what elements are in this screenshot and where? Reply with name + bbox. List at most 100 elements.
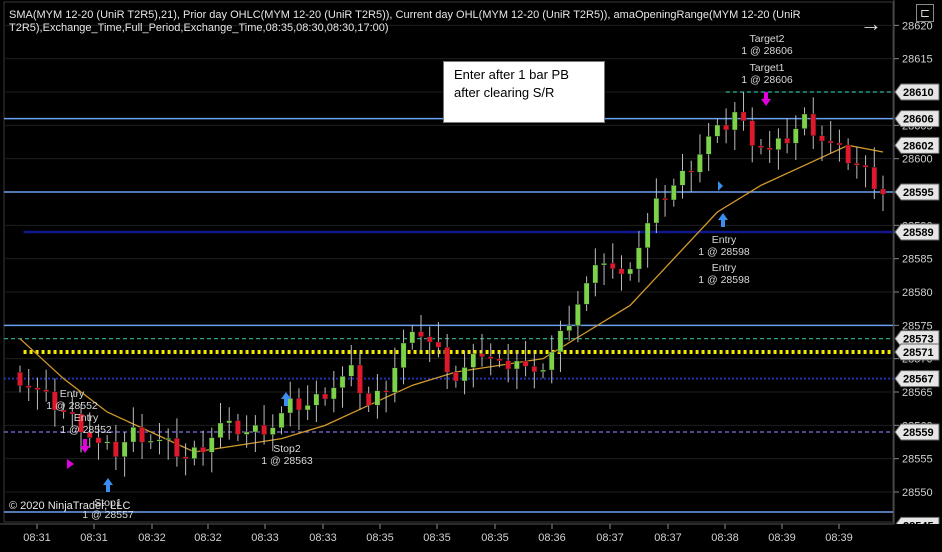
price-tick-label: 28580 xyxy=(902,287,933,299)
candle xyxy=(627,262,634,281)
candle xyxy=(784,118,790,154)
candle-body xyxy=(714,124,721,137)
candle-body xyxy=(43,389,49,392)
time-tick-label: 08:37 xyxy=(654,532,682,544)
price-flag-label: 28571 xyxy=(903,347,934,359)
entry-arrow-icon xyxy=(103,478,113,492)
candle xyxy=(357,351,363,410)
candle xyxy=(191,440,198,466)
candle-body xyxy=(566,325,572,331)
candle-body xyxy=(200,447,206,453)
candle xyxy=(374,374,381,419)
candle xyxy=(732,102,738,150)
price-flag-label: 28589 xyxy=(903,227,934,239)
candle-body xyxy=(557,330,564,353)
price-flag-label: 28559 xyxy=(903,427,934,439)
candle xyxy=(705,123,712,171)
candle-body xyxy=(636,247,642,270)
candle xyxy=(43,369,49,402)
window-toggle-icon[interactable]: ⊏ xyxy=(916,4,934,22)
candle-body xyxy=(444,347,450,373)
price-axis-bg xyxy=(894,0,942,552)
execution-label: Entry xyxy=(712,234,737,246)
candle-body xyxy=(775,138,782,150)
candle xyxy=(487,343,494,376)
candle-body xyxy=(191,447,198,459)
candle xyxy=(801,107,808,136)
chart-window: 2855028555285602856528570285752858028585… xyxy=(0,0,942,552)
execution-label-detail: 1 @ 28563 xyxy=(261,455,313,467)
execution-label: Target1 xyxy=(749,62,784,74)
candle-body xyxy=(374,390,381,406)
candle-body xyxy=(845,144,851,164)
price-flag-label: 28595 xyxy=(903,187,934,199)
candle-body xyxy=(278,412,285,428)
candle xyxy=(418,315,424,350)
time-tick-label: 08:33 xyxy=(309,532,337,544)
price-tick-label: 28600 xyxy=(902,154,933,166)
candle-body xyxy=(322,393,328,400)
candle xyxy=(453,365,459,388)
candle-body xyxy=(732,111,738,131)
execution-label: Stop2 xyxy=(273,443,301,455)
candle-body xyxy=(618,268,625,275)
candle-body xyxy=(34,387,41,390)
candle xyxy=(339,366,346,408)
price-tick-label: 28565 xyxy=(902,387,933,399)
candle xyxy=(426,326,433,362)
candle-body xyxy=(426,336,433,343)
candle-body xyxy=(575,304,581,326)
candle xyxy=(261,405,267,445)
candle-body xyxy=(836,142,843,146)
candle xyxy=(836,129,843,162)
candle xyxy=(723,108,729,144)
candle xyxy=(34,377,41,410)
candle-body xyxy=(348,364,355,377)
candle xyxy=(208,427,215,473)
candle-body xyxy=(17,372,23,386)
candle-body xyxy=(461,367,468,382)
candle-body xyxy=(304,405,311,411)
candle-body xyxy=(287,398,294,414)
candle xyxy=(130,407,137,452)
candle-body xyxy=(827,140,834,144)
candle xyxy=(444,334,450,389)
chart-note-box[interactable]: Enter after 1 bar PB after clearing S/R xyxy=(443,61,605,123)
candle xyxy=(165,428,171,460)
candle-body xyxy=(697,154,703,173)
candle xyxy=(575,291,581,343)
candle-body xyxy=(339,376,346,388)
candle xyxy=(697,134,703,183)
scroll-right-arrow-icon[interactable]: → xyxy=(858,12,884,38)
candle-body xyxy=(601,263,607,266)
candle-body xyxy=(418,331,424,337)
candle-body xyxy=(156,439,163,442)
candle xyxy=(819,125,825,161)
candle-body xyxy=(592,264,599,284)
candle-body xyxy=(880,188,886,195)
execution-label-detail: 1 @ 28606 xyxy=(741,45,793,57)
candle xyxy=(287,381,294,427)
candle xyxy=(670,178,677,207)
candle-body xyxy=(331,387,337,400)
candle-body xyxy=(357,364,363,394)
candle xyxy=(810,97,817,149)
exit-arrow-icon xyxy=(761,92,771,106)
time-tick-label: 08:38 xyxy=(711,532,739,544)
candle-body xyxy=(383,390,389,393)
candle-body xyxy=(609,263,616,269)
candle-body xyxy=(496,358,503,361)
candle-body xyxy=(810,113,817,136)
entry-marker-icon xyxy=(718,181,723,191)
candle-body xyxy=(365,393,372,406)
candle-body xyxy=(505,360,511,370)
candle xyxy=(540,363,546,379)
time-tick-label: 08:35 xyxy=(481,532,509,544)
price-tick-label: 28550 xyxy=(902,487,933,499)
candle xyxy=(226,407,233,440)
candle-body xyxy=(766,147,773,150)
execution-label-detail: 1 @ 28552 xyxy=(46,400,98,412)
candle xyxy=(854,146,860,179)
price-tick-label: 28555 xyxy=(902,454,933,466)
candle-body xyxy=(435,341,442,348)
